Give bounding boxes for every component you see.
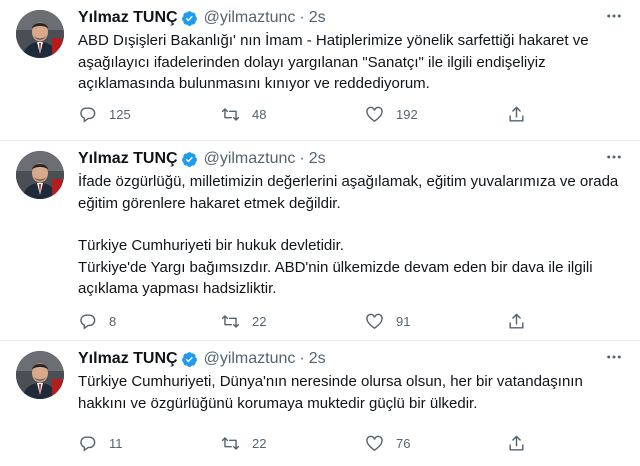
reply-icon <box>80 435 96 452</box>
reply-count: 11 <box>109 435 123 451</box>
more-horizontal-icon[interactable] <box>604 149 624 165</box>
like-count: 91 <box>396 313 411 329</box>
share-button[interactable] <box>507 310 526 332</box>
share-icon <box>509 313 524 329</box>
action-bar: 8 22 91 <box>78 310 538 332</box>
tweet-text: Türkiye Cumhuriyeti, Dünya'nın neresinde… <box>78 371 626 414</box>
reply-icon <box>80 313 96 330</box>
heart-icon <box>366 435 383 451</box>
reply-button[interactable]: 8 <box>78 310 116 332</box>
tweet[interactable]: Yılmaz TUNÇ @yilmaztunc · 2s İfade özgür… <box>0 141 640 341</box>
reply-button[interactable]: 125 <box>78 103 131 125</box>
separator-dot: · <box>299 350 305 367</box>
retweet-count: 22 <box>252 313 267 329</box>
tweet-feed: Yılmaz TUNÇ @yilmaztunc · 2s ABD Dışişle… <box>0 0 640 466</box>
separator-dot: · <box>299 9 305 26</box>
tweet-text: İfade özgürlüğü, milletimizin değerlerin… <box>78 171 626 300</box>
action-bar: 125 48 192 <box>78 103 538 125</box>
like-count: 76 <box>396 435 411 451</box>
more-horizontal-icon[interactable] <box>604 8 624 24</box>
retweet-icon <box>221 314 240 328</box>
share-button[interactable] <box>507 432 526 454</box>
retweet-count: 22 <box>252 435 267 451</box>
tweet-paragraph: İfade özgürlüğü, milletimizin değerlerin… <box>78 173 619 212</box>
reply-count: 125 <box>109 106 131 122</box>
retweet-icon <box>221 107 240 121</box>
action-bar: 11 22 76 <box>78 432 538 454</box>
share-icon <box>509 435 524 451</box>
author-name[interactable]: Yılmaz TUNÇ <box>78 9 178 27</box>
retweet-button[interactable]: 48 <box>221 103 266 125</box>
tweet[interactable]: Yılmaz TUNÇ @yilmaztunc · 2s ABD Dışişle… <box>0 0 640 141</box>
tweet-paragraph: ABD Dışişleri Bakanlığı' nın İmam - Hati… <box>78 32 589 92</box>
avatar[interactable] <box>16 351 64 399</box>
reply-icon <box>80 106 96 123</box>
author-name[interactable]: Yılmaz TUNÇ <box>78 150 178 168</box>
heart-icon <box>366 313 383 329</box>
share-button[interactable] <box>507 103 526 125</box>
verified-badge-icon <box>181 351 198 368</box>
tweet-paragraph: Türkiye Cumhuriyeti, Dünya'nın neresinde… <box>78 373 583 412</box>
tweet-time[interactable]: 2s <box>309 9 326 27</box>
tweet-text: ABD Dışişleri Bakanlığı' nın İmam - Hati… <box>78 30 626 95</box>
reply-button[interactable]: 11 <box>78 432 123 454</box>
avatar[interactable] <box>16 10 64 58</box>
author-handle[interactable]: @yilmaztunc <box>204 9 296 27</box>
tweet-time[interactable]: 2s <box>309 150 326 168</box>
tweet-paragraph: Türkiye'de Yargı bağımsızdır. ABD'nin ül… <box>78 258 593 298</box>
like-count: 192 <box>396 106 418 122</box>
avatar[interactable] <box>16 151 64 199</box>
like-button[interactable]: 91 <box>365 310 410 332</box>
heart-icon <box>366 106 383 122</box>
retweet-count: 48 <box>252 106 267 122</box>
verified-badge-icon <box>181 151 198 168</box>
tweet-paragraph: Türkiye Cumhuriyeti bir hukuk devletidir… <box>78 237 344 254</box>
tweet-time[interactable]: 2s <box>309 350 326 368</box>
share-icon <box>509 106 524 122</box>
retweet-button[interactable]: 22 <box>221 310 266 332</box>
retweet-icon <box>221 436 240 450</box>
author-handle[interactable]: @yilmaztunc <box>204 350 296 368</box>
like-button[interactable]: 76 <box>365 432 410 454</box>
author-handle[interactable]: @yilmaztunc <box>204 150 296 168</box>
tweet[interactable]: Yılmaz TUNÇ @yilmaztunc · 2s Türkiye Cum… <box>0 341 640 466</box>
reply-count: 8 <box>109 313 117 329</box>
like-button[interactable]: 192 <box>365 103 418 125</box>
author-name[interactable]: Yılmaz TUNÇ <box>78 350 178 368</box>
separator-dot: · <box>299 150 305 167</box>
more-horizontal-icon[interactable] <box>604 349 624 365</box>
retweet-button[interactable]: 22 <box>221 432 266 454</box>
verified-badge-icon <box>181 10 198 27</box>
